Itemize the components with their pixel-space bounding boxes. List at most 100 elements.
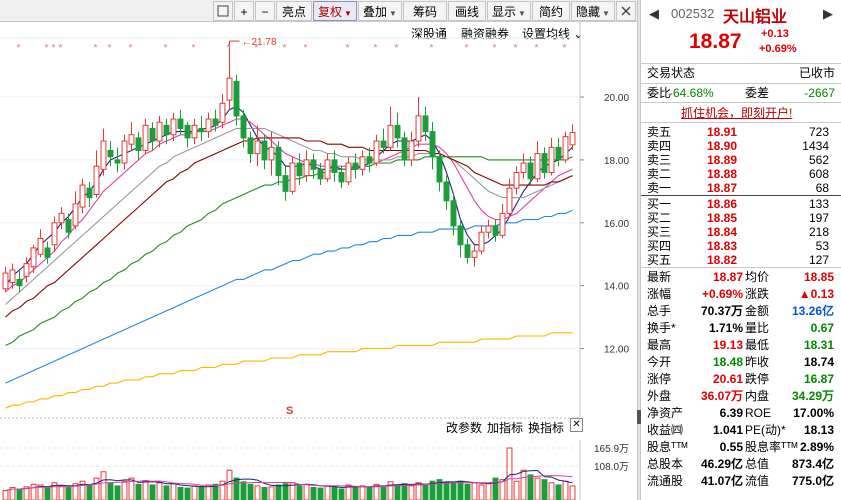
- buy-level-row[interactable]: 买二 18.85 197: [641, 211, 841, 225]
- highlight-button[interactable]: 亮点: [276, 1, 312, 21]
- chips-button[interactable]: 筹码: [403, 1, 447, 21]
- event-marker: *: [52, 43, 56, 54]
- candle-body: [205, 118, 212, 133]
- buy-level-volume: 53: [815, 239, 829, 253]
- sell-marker: S: [286, 405, 293, 417]
- divider: [641, 195, 841, 196]
- candle: [177, 109, 184, 135]
- volume-bar: [226, 469, 233, 500]
- close-button[interactable]: [616, 1, 636, 21]
- volume-bar: [443, 481, 450, 500]
- stat-value: 34.29万: [791, 389, 834, 403]
- open-account-link[interactable]: 抓住机会，即刻开户!: [681, 104, 792, 121]
- volume-bar: [520, 469, 527, 500]
- candle-body: [212, 118, 219, 126]
- stat-value: 18.31: [803, 338, 834, 352]
- candle: [282, 166, 289, 201]
- sell-level-row[interactable]: 卖五 18.91 723: [641, 125, 841, 139]
- stat-value: 16.87: [803, 372, 834, 386]
- close-indicator-button[interactable]: ✕: [570, 418, 583, 432]
- candle-body: [135, 137, 142, 151]
- volume-bar: [191, 485, 198, 500]
- toolbar-window-button[interactable]: [213, 1, 233, 21]
- candle-body: [177, 118, 184, 129]
- buy-level-row[interactable]: 买一 18.86 133: [641, 197, 841, 211]
- volume-bar: [296, 485, 303, 500]
- chart-area[interactable]: 深股通 融资融券 设置均线 ⌄ 20.00 18.00 16.00 14.00 12.0…: [0, 22, 637, 500]
- volume-bar: [156, 482, 163, 500]
- volume-bar: [401, 483, 408, 500]
- candle: [2, 266, 9, 292]
- weibi-label: 委比: [647, 86, 672, 100]
- sell-level-price: 18.89: [707, 153, 738, 167]
- candle-body: [485, 225, 492, 233]
- weibi-value: -64.68%: [669, 86, 714, 100]
- ma-line-4: [5, 156, 573, 346]
- sell-level-volume: 723: [808, 125, 829, 139]
- simple-button[interactable]: 简约: [532, 1, 570, 21]
- volume-bar: [513, 480, 520, 500]
- candle: [93, 150, 100, 198]
- volume-bar: [30, 483, 37, 500]
- candle: [541, 147, 548, 179]
- switch-indicator-button[interactable]: 换指标: [528, 419, 564, 436]
- display-button[interactable]: 显示 ▼: [487, 1, 531, 21]
- volume-bar: [121, 480, 128, 500]
- event-marker: *: [192, 43, 196, 54]
- candle: [275, 141, 282, 186]
- adjust-button[interactable]: 复权 ▼: [313, 1, 357, 21]
- volume-bar: [163, 485, 170, 500]
- candle-body: [16, 278, 23, 287]
- candle-body: [191, 124, 198, 139]
- next-stock-icon[interactable]: ▶: [823, 6, 833, 22]
- sell-level-row[interactable]: 卖三 18.89 562: [641, 153, 841, 167]
- stat-value: 18.48: [712, 355, 743, 369]
- candle: [135, 131, 142, 160]
- stat-label: 总手: [647, 304, 672, 318]
- stats-row: 最高 19.13 最低 18.31: [641, 337, 841, 353]
- overlay-button[interactable]: 叠加 ▼: [358, 1, 402, 21]
- candle: [331, 150, 338, 182]
- buy-level-row[interactable]: 买三 18.84 218: [641, 225, 841, 239]
- zoom-out-button[interactable]: −: [255, 1, 275, 21]
- candle-body: [373, 140, 380, 164]
- stat-value: 1.71%: [708, 321, 743, 335]
- event-marker: *: [563, 43, 567, 54]
- candle-body: [65, 219, 72, 233]
- volume-bar: [562, 480, 569, 500]
- volume-bar: [16, 488, 23, 500]
- candle-body: [506, 187, 513, 214]
- sell-level-row[interactable]: 卖四 18.90 1434: [641, 139, 841, 153]
- sell-level-row[interactable]: 卖二 18.88 608: [641, 167, 841, 181]
- display-label: 显示: [492, 5, 517, 19]
- volume-chart[interactable]: 165.9万 108.0万: [0, 440, 637, 500]
- stock-name: 天山铝业: [723, 9, 788, 26]
- change-params-button[interactable]: 改参数: [446, 419, 482, 436]
- candle-body: [72, 203, 79, 227]
- candle-body: [268, 146, 275, 161]
- buy-level-row[interactable]: 买五 18.82 127: [641, 253, 841, 267]
- zoom-in-button[interactable]: +: [234, 1, 254, 21]
- hide-button[interactable]: 隐藏 ▼: [571, 1, 615, 21]
- candle-body: [100, 140, 107, 170]
- candle: [65, 213, 72, 239]
- stats-row: 净资产 6.39 ROE 17.00%: [641, 405, 841, 421]
- sell-level-row[interactable]: 卖一 18.87 68: [641, 181, 841, 195]
- volume-bar: [478, 484, 485, 500]
- candle-body: [44, 247, 51, 258]
- buy-level-row[interactable]: 买四 18.83 53: [641, 239, 841, 253]
- volume-bar: [58, 485, 65, 500]
- draw-line-button[interactable]: 画线: [448, 1, 486, 21]
- candle-body: [247, 137, 254, 155]
- candle-body: [513, 171, 520, 189]
- sell-level-label: 卖一: [647, 181, 672, 195]
- candle-body: [142, 124, 149, 151]
- stat-label: 总值: [745, 457, 770, 471]
- event-marker: *: [17, 43, 21, 54]
- stat-label: PE(动)*: [745, 423, 786, 437]
- kline-chart[interactable]: 20.0018.0016.0014.0012.00←21.78* * * * * * * * *…: [0, 22, 637, 422]
- candle: [373, 134, 380, 167]
- sell-level-volume: 68: [815, 181, 829, 195]
- prev-stock-icon[interactable]: ◀: [649, 6, 659, 22]
- add-indicator-button[interactable]: 加指标: [487, 419, 523, 436]
